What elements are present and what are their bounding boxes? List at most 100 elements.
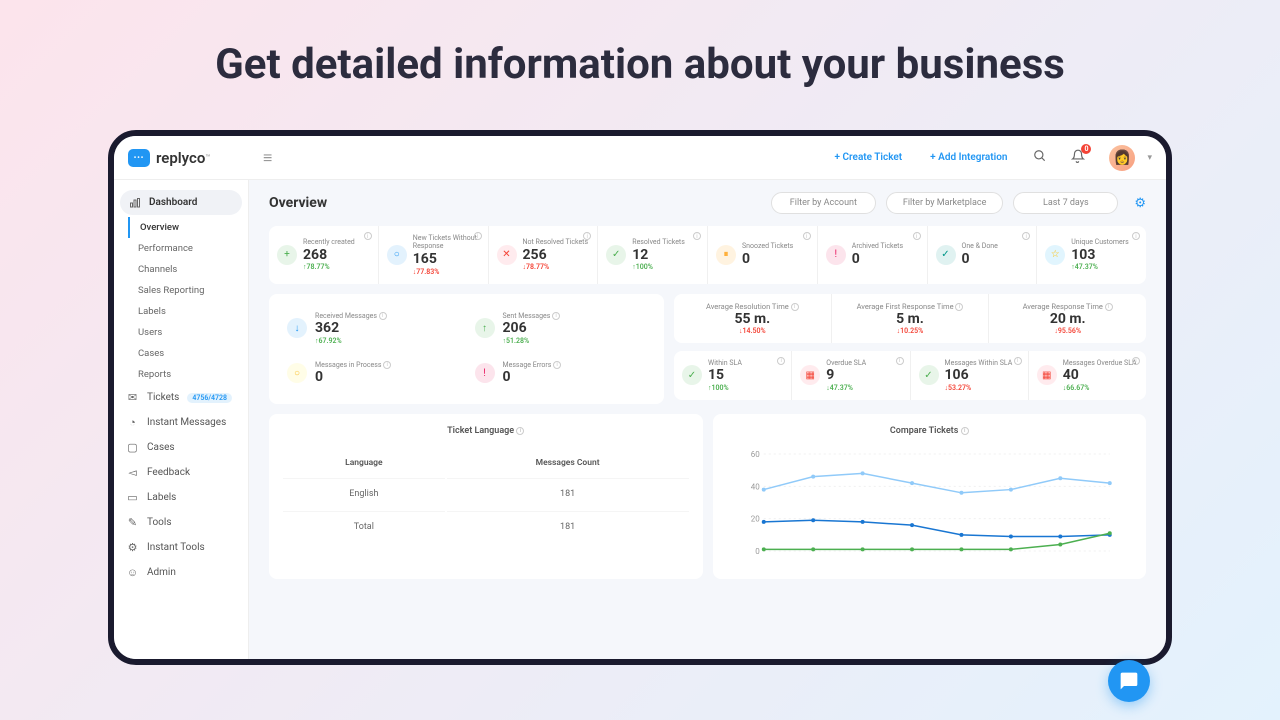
kpi-delta: ↑47.37% — [1071, 263, 1138, 271]
kpi-label: One & Done — [962, 242, 1029, 250]
sidebar-label: Admin — [147, 567, 176, 578]
sidebar-item-instant-messages[interactable]: ◔ Instant Messages — [114, 410, 248, 435]
filter-marketplace-button[interactable]: Filter by Marketplace — [886, 192, 1003, 214]
col-language: Language — [283, 450, 445, 476]
time-metrics-panel: Average Resolution Time i 55 m. ↓14.50%A… — [674, 294, 1146, 343]
sla-label: Within SLA — [708, 359, 783, 367]
sidebar-subitem[interactable]: Sales Reporting — [128, 280, 248, 301]
time-delta: ↓14.50% — [682, 327, 823, 335]
table-row: English181 — [283, 478, 689, 509]
time-value: 5 m. — [840, 311, 981, 327]
info-icon[interactable]: i — [896, 357, 904, 365]
time-card: Average Resolution Time i 55 m. ↓14.50% — [674, 294, 832, 343]
sidebar-subitem[interactable]: Overview — [128, 217, 248, 238]
info-icon[interactable]: i — [913, 232, 921, 240]
info-icon[interactable]: i — [777, 357, 785, 365]
info-icon[interactable]: i — [1022, 232, 1030, 240]
sidebar-item-labels[interactable]: ▭ Labels — [114, 485, 248, 510]
info-icon[interactable]: i — [1132, 357, 1140, 365]
sidebar-subitem[interactable]: Performance — [128, 238, 248, 259]
kpi-icon: ○ — [387, 245, 407, 265]
kpi-card: ✕ Not Resolved Tickets 256 ↓78.77% i — [489, 226, 599, 284]
metric-label: Messages in Process i — [315, 361, 459, 369]
info-icon[interactable]: i — [693, 232, 701, 240]
metric-icon: ○ — [287, 363, 307, 383]
sidebar-label: Feedback — [147, 467, 190, 478]
chevron-down-icon[interactable]: ▾ — [1147, 153, 1152, 163]
svg-text:0: 0 — [755, 547, 760, 556]
kpi-value: 103 — [1071, 247, 1138, 264]
chart-title: Compare Tickets i — [725, 426, 1135, 436]
metric-label: Received Messages i — [315, 312, 459, 320]
info-icon[interactable]: i — [474, 232, 482, 240]
cell-count: 181 — [447, 478, 689, 509]
kpi-icon: ✕ — [497, 245, 517, 265]
sidebar-subitem[interactable]: Users — [128, 322, 248, 343]
time-delta: ↓10.25% — [840, 327, 981, 335]
time-card: Average Response Time i 20 m. ↓95.56% — [989, 294, 1146, 343]
kpi-icon: + — [277, 245, 297, 265]
metric-card: ○ Messages in Process i 0 — [279, 353, 467, 394]
info-icon[interactable]: i — [1132, 232, 1140, 240]
kpi-icon: ⏸ — [716, 245, 736, 265]
sla-delta: ↓53.27% — [945, 384, 1020, 392]
kpi-label: Unique Customers — [1071, 238, 1138, 246]
brand-logo[interactable]: ••• replyco™ — [114, 149, 249, 167]
hamburger-icon[interactable]: ≡ — [249, 148, 286, 168]
filter-date-button[interactable]: Last 7 days — [1013, 192, 1118, 214]
sidebar-item-dashboard[interactable]: Dashboard — [120, 190, 242, 215]
kpi-label: Resolved Tickets — [632, 238, 699, 246]
kpi-card: ☆ Unique Customers 103 ↑47.37% i — [1037, 226, 1146, 284]
sidebar-item-admin[interactable]: ☺ Admin — [114, 560, 248, 585]
svg-text:40: 40 — [750, 482, 759, 491]
ticket-language-panel: Ticket Language i Language Messages Coun… — [269, 414, 703, 579]
sidebar-subitem[interactable]: Cases — [128, 343, 248, 364]
kpi-row: + Recently created 268 ↑78.77% i○ New Ti… — [269, 226, 1146, 284]
info-icon[interactable]: i — [583, 232, 591, 240]
sidebar-item-tickets[interactable]: ✉ Tickets 4756/4728 — [114, 385, 248, 410]
filter-account-button[interactable]: Filter by Account — [771, 192, 876, 214]
kpi-value: 0 — [852, 251, 919, 268]
sla-value: 15 — [708, 367, 783, 384]
metric-icon: ↑ — [475, 318, 495, 338]
sidebar-subitem[interactable]: Channels — [128, 259, 248, 280]
cell-lang: English — [283, 478, 445, 509]
megaphone-icon: ◅ — [126, 466, 139, 479]
sidebar-item-tools[interactable]: ✎ Tools — [114, 510, 248, 535]
sla-delta: ↓47.37% — [826, 384, 901, 392]
settings-gear-icon[interactable]: ⚙ — [1134, 196, 1146, 211]
info-icon[interactable]: i — [364, 232, 372, 240]
bell-icon[interactable]: 0 — [1059, 148, 1097, 167]
sidebar-subitem[interactable]: Reports — [128, 364, 248, 385]
notification-badge: 0 — [1081, 144, 1091, 154]
sidebar-item-feedback[interactable]: ◅ Feedback — [114, 460, 248, 485]
metric-icon: ! — [475, 363, 495, 383]
metric-delta: ↑51.28% — [503, 337, 647, 345]
metric-value: 206 — [503, 320, 647, 337]
metric-value: 0 — [315, 369, 459, 386]
kpi-card: ✓ Resolved Tickets 12 ↑100% i — [598, 226, 708, 284]
sla-card: ▦ Overdue SLA 9 ↓47.37% i — [792, 351, 910, 400]
avatar[interactable]: 👩 — [1109, 145, 1135, 171]
sidebar-subitem[interactable]: Labels — [128, 301, 248, 322]
add-integration-link[interactable]: + Add Integration — [916, 152, 1021, 163]
kpi-icon: ✓ — [606, 245, 626, 265]
metric-label: Sent Messages i — [503, 312, 647, 320]
mail-icon: ✉ — [126, 391, 139, 404]
info-icon[interactable]: i — [1014, 357, 1022, 365]
sla-value: 106 — [945, 367, 1020, 384]
info-icon[interactable]: i — [803, 232, 811, 240]
sidebar-item-cases[interactable]: ▢ Cases — [114, 435, 248, 460]
search-icon[interactable] — [1021, 148, 1059, 167]
sidebar-item-instant-tools[interactable]: ⚙ Instant Tools — [114, 535, 248, 560]
sla-icon: ▦ — [800, 365, 820, 385]
gear-icon: ⚙ — [126, 541, 139, 554]
col-count: Messages Count — [447, 450, 689, 476]
time-label: Average Response Time i — [997, 302, 1138, 311]
svg-text:60: 60 — [750, 450, 759, 459]
time-card: Average First Response Time i 5 m. ↓10.2… — [832, 294, 990, 343]
chat-bubble-icon[interactable] — [1108, 660, 1150, 702]
logo-text: replyco — [156, 149, 205, 167]
sla-value: 40 — [1063, 367, 1138, 384]
create-ticket-link[interactable]: + Create Ticket — [821, 152, 917, 163]
